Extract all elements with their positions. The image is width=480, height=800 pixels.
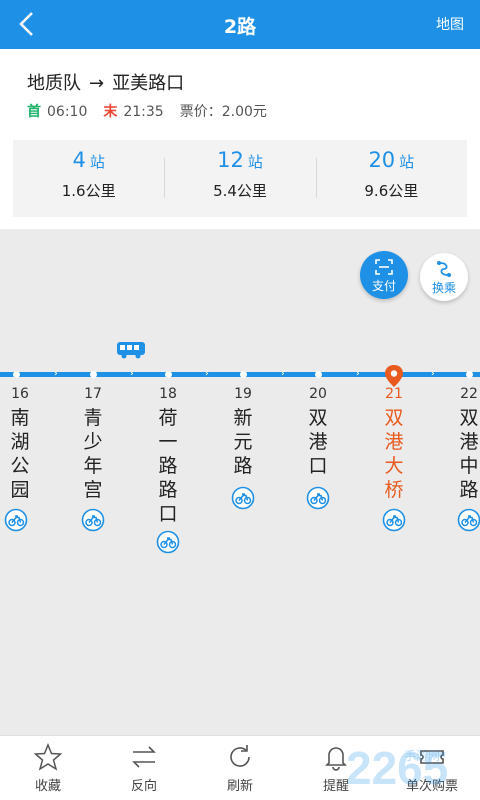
station-item[interactable]: 16 南湖公园: [0, 386, 40, 502]
tab-label: 反向: [130, 779, 157, 794]
stat-unit: 站: [247, 153, 263, 171]
current-stop-pin-icon: [385, 365, 403, 387]
station-name: 新元路: [233, 407, 253, 477]
stat-distance: 5.4公里: [213, 182, 267, 200]
station-name: 双港中路: [459, 407, 479, 501]
bike-share-icon[interactable]: [81, 508, 105, 532]
station-dot: [315, 371, 322, 378]
station-item[interactable]: 20 双港口: [298, 386, 338, 478]
refresh-tab[interactable]: 刷新: [192, 736, 288, 800]
station-index: 16: [11, 386, 29, 402]
swap-icon: [132, 746, 156, 768]
station-name: 青少年宫: [83, 407, 103, 501]
station-item[interactable]: 19 新元路: [223, 386, 263, 478]
station-item[interactable]: 22 双港中路: [449, 386, 480, 502]
bike-share-icon[interactable]: [156, 530, 180, 554]
transfer-label: 换乘: [431, 281, 456, 295]
stat-stops: 20: [368, 148, 396, 172]
station-dot: [240, 371, 247, 378]
first-bus-time: 06:10: [47, 104, 88, 120]
direction-chevron-icon: ›: [205, 369, 209, 379]
pay-button[interactable]: 支付: [360, 251, 408, 299]
station-item-current[interactable]: 21 双港大桥: [374, 386, 414, 502]
star-icon: [34, 743, 62, 771]
tab-label: 收藏: [34, 779, 61, 794]
top-bar: 2路 地图: [0, 0, 480, 49]
tab-label: 刷新: [226, 779, 253, 794]
station-name: 南湖公园: [10, 407, 30, 501]
stat-unit: 站: [399, 153, 415, 171]
refresh-icon: [230, 745, 250, 767]
stat-item[interactable]: 12 站 5.4公里: [164, 140, 315, 217]
stat-item[interactable]: 4站 1.6公里: [13, 140, 164, 217]
direction-chevron-icon: ›: [431, 369, 435, 379]
station-index: 20: [309, 386, 327, 402]
station-name: 双港大桥: [384, 407, 404, 501]
station-item[interactable]: 18 荷一路路口: [148, 386, 188, 526]
station-index: 17: [84, 386, 102, 402]
route-to: 亚美路口: [112, 73, 185, 94]
station-name: 荷一路路口: [158, 407, 178, 525]
bike-share-icon[interactable]: [457, 508, 480, 532]
direction-chevron-icon: ›: [356, 369, 360, 379]
watermark-logo: 2265 手游网: [346, 742, 448, 794]
station-item[interactable]: 17 青少年宫: [73, 386, 113, 502]
page-title: 2路: [223, 16, 257, 38]
bottom-toolbar: 收藏 反向 刷新 提醒 单次购票 2265 手游网: [0, 735, 480, 800]
stat-distance: 1.6公里: [61, 182, 116, 200]
reverse-tab[interactable]: 反向: [96, 736, 192, 800]
bike-share-icon[interactable]: [4, 508, 28, 532]
transfer-button[interactable]: 换乘: [420, 253, 468, 301]
station-dot: [13, 371, 20, 378]
station-index: 22: [460, 386, 478, 402]
bike-share-icon[interactable]: [382, 508, 406, 532]
stat-stops: 12: [217, 148, 244, 172]
station-index: 19: [234, 386, 252, 402]
station-index: 18: [159, 386, 177, 402]
route-from: 地质队: [27, 73, 81, 94]
route-direction: 地质队 → 亚美路口: [27, 69, 184, 95]
direction-chevron-icon: ›: [281, 369, 285, 379]
route-arrow: →: [89, 73, 105, 94]
station-index: 21: [385, 386, 403, 402]
stat-unit: 站: [89, 153, 105, 171]
transfer-icon: [437, 261, 451, 277]
scan-icon: [375, 259, 393, 275]
map-button[interactable]: 地图: [436, 14, 464, 34]
bus-distance-stats: 4站 1.6公里 12 站 5.4公里 20 站 9.6公里: [13, 140, 467, 217]
last-bus-time: 21:35: [123, 104, 164, 120]
station-name: 双港口: [308, 407, 328, 477]
bus-icon[interactable]: [116, 341, 146, 359]
svg-text:手游网: 手游网: [404, 749, 440, 763]
station-dot: [466, 371, 473, 378]
direction-chevron-icon: ›: [54, 369, 58, 379]
bike-share-icon[interactable]: [306, 486, 330, 510]
favorite-tab[interactable]: 收藏: [0, 736, 96, 800]
bike-share-icon[interactable]: [231, 486, 255, 510]
schedule: 首 06:10 末 21:35 票价：2.00元: [27, 101, 267, 121]
stat-distance: 9.6公里: [364, 182, 419, 200]
stat-item[interactable]: 20 站 9.6公里: [315, 140, 467, 217]
first-bus-label: 首: [27, 104, 41, 120]
last-bus-label: 末: [103, 104, 118, 120]
station-dot: [165, 371, 172, 378]
stat-stops: 4: [72, 148, 86, 172]
direction-chevron-icon: ›: [130, 369, 134, 379]
station-dot: [90, 371, 97, 378]
pay-label: 支付: [371, 279, 396, 293]
fare: 票价：2.00元: [179, 104, 267, 120]
